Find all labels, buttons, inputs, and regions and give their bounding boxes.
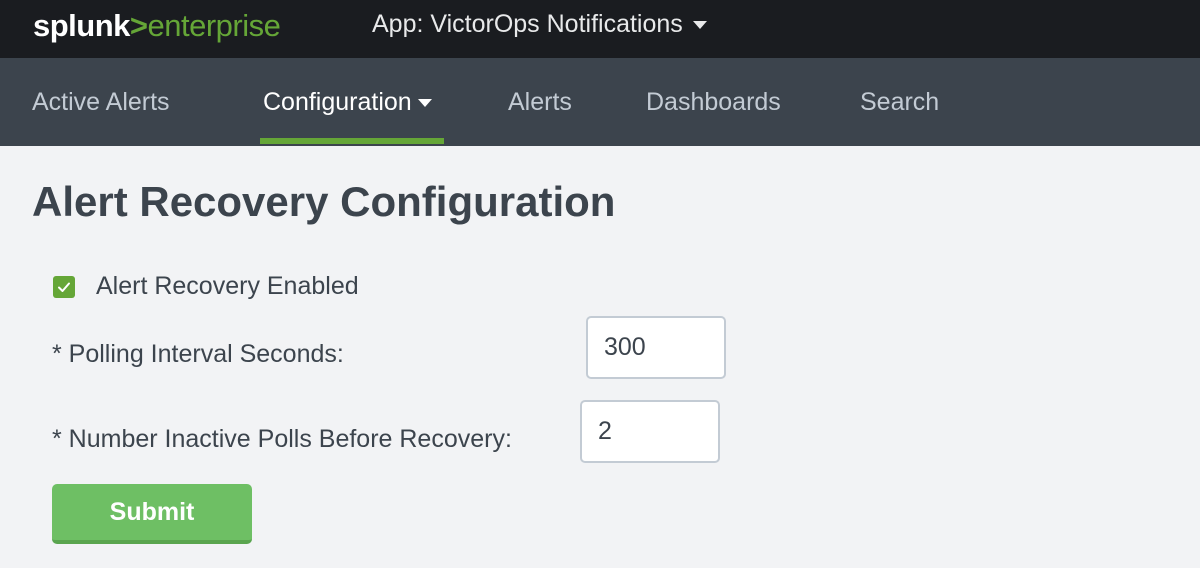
polling-interval-label: * Polling Interval Seconds: [52,340,344,368]
inactive-polls-label: * Number Inactive Polls Before Recovery: [52,425,512,453]
nav-item-configuration[interactable]: Configuration [263,58,432,146]
splunk-logo[interactable]: splunk>enterprise [33,6,281,46]
chevron-down-icon [417,99,432,107]
app-nav-bar: Active Alerts Configuration Alerts Dashb… [0,58,1200,146]
submit-button[interactable]: Submit [52,484,252,544]
nav-item-search[interactable]: Search [860,58,939,146]
polling-interval-input[interactable] [586,316,726,379]
alert-recovery-label: Alert Recovery Enabled [96,272,359,300]
nav-item-label: Configuration [263,87,412,116]
logo-splunk-text: splunk [33,8,130,43]
nav-item-active-alerts[interactable]: Active Alerts [32,58,170,146]
inactive-polls-input[interactable] [580,400,720,463]
nav-item-alerts[interactable]: Alerts [508,58,572,146]
checkmark-icon [58,282,70,292]
nav-item-dashboards[interactable]: Dashboards [646,58,781,146]
nav-item-label: Search [860,87,940,116]
app-menu-label: App: VictorOps Notifications [372,10,683,38]
chevron-down-icon [692,21,707,29]
nav-item-label: Alerts [508,87,572,116]
logo-enterprise-text: enterprise [147,8,281,43]
nav-item-label: Active Alerts [32,87,170,116]
alert-recovery-checkbox[interactable] [53,276,75,298]
nav-item-label: Dashboards [646,87,781,116]
top-bar: splunk>enterprise App: VictorOps Notific… [0,0,1200,58]
logo-separator: > [129,8,148,43]
active-tab-indicator [260,138,444,144]
page-title: Alert Recovery Configuration [32,178,616,225]
app-menu-dropdown[interactable]: App: VictorOps Notifications [372,8,707,40]
